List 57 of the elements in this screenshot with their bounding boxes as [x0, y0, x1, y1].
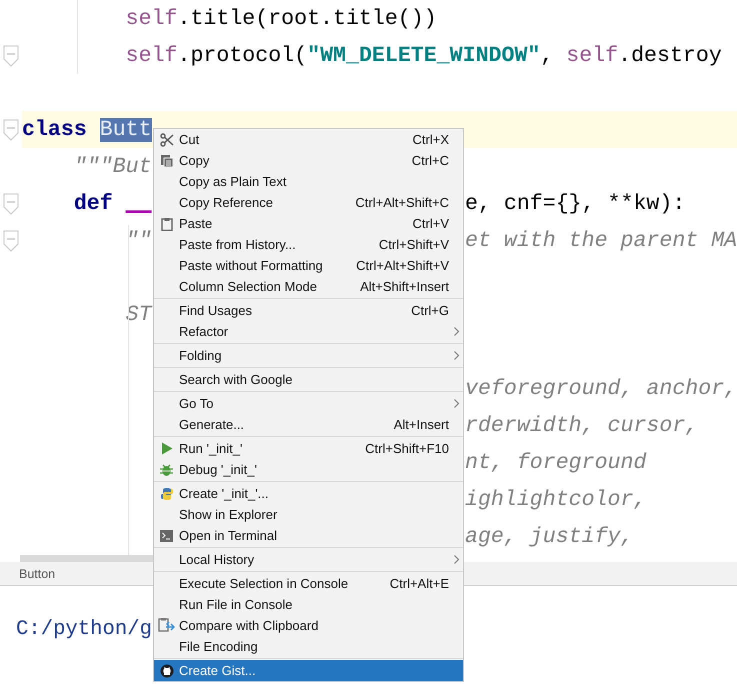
code-line: age, justify,	[465, 524, 634, 548]
menu-item[interactable]: Find Usages Ctrl+G	[154, 300, 463, 321]
bug-icon	[160, 462, 173, 476]
menu-item[interactable]: Copy as Plain Text	[154, 171, 463, 192]
fold-marker-icon[interactable]	[3, 230, 19, 252]
menu-item[interactable]: Copy Reference Ctrl+Alt+Shift+C	[154, 192, 463, 213]
copy-icon	[160, 154, 174, 168]
menu-item[interactable]: Create '_init_'...	[154, 483, 463, 504]
github-icon	[160, 664, 174, 678]
menu-item[interactable]: Open in Terminal	[154, 525, 463, 546]
menu-item[interactable]: Run '_init_' Ctrl+Shift+F10	[154, 438, 463, 459]
menu-item[interactable]: Compare with Clipboard	[154, 615, 463, 636]
menu-item[interactable]: File Encoding	[154, 636, 463, 657]
terminal-icon	[160, 530, 173, 542]
menu-item[interactable]: Local History	[154, 549, 463, 570]
python-icon	[160, 486, 174, 500]
code-line: self.title(root.title())	[124, 6, 437, 30]
menu-item[interactable]: Show in Explorer	[154, 504, 463, 525]
menu-item[interactable]: Execute Selection in Console Ctrl+Alt+E	[154, 573, 463, 594]
code-line: nt, foreground	[465, 450, 646, 474]
code-line: et with the parent MA	[465, 228, 737, 252]
code-line: ""	[124, 228, 152, 252]
code-line: rderwidth, cursor,	[465, 414, 698, 438]
menu-item[interactable]: Go To	[154, 393, 463, 414]
fold-marker-icon[interactable]	[3, 192, 19, 214]
play-icon	[160, 442, 172, 455]
chevron-right-icon	[454, 555, 458, 564]
menu-item[interactable]: Search with Google	[154, 369, 463, 390]
menu-item[interactable]: Copy Ctrl+C	[154, 150, 463, 171]
compare-icon	[158, 617, 175, 634]
scissors-icon	[160, 132, 174, 146]
menu-item[interactable]: Create Gist...	[154, 660, 463, 681]
menu-item[interactable]: Paste without Formatting Ctrl+Alt+Shift+V	[154, 255, 463, 276]
code-line: ighlightcolor,	[465, 488, 646, 512]
code-line: self.protocol("WM_DELETE_WINDOW", self.destroy	[124, 44, 722, 68]
menu-item[interactable]: Cut Ctrl+X	[154, 129, 463, 150]
breadcrumb-item[interactable]: Button	[19, 566, 56, 580]
menu-item[interactable]: Run File in Console	[154, 594, 463, 615]
code-line: class Butt	[22, 118, 152, 142]
code-line: """But	[72, 154, 152, 178]
chevron-right-icon	[454, 351, 458, 360]
menu-item[interactable]: Debug '_init_'	[154, 459, 463, 480]
clipboard-icon	[160, 216, 174, 230]
chevron-right-icon	[454, 399, 458, 408]
menu-item[interactable]: Folding	[154, 345, 463, 366]
menu-item[interactable]: Refactor	[154, 321, 463, 342]
code-line: e, cnf={}, **kw):	[465, 192, 686, 216]
menu-item[interactable]: Generate... Alt+Insert	[154, 414, 463, 435]
chevron-right-icon	[454, 327, 458, 336]
console-output: C:/python/g	[16, 618, 152, 641]
menu-item[interactable]: Paste Ctrl+V	[154, 213, 463, 234]
code-line: veforeground, anchor,	[465, 376, 737, 400]
fold-marker-icon[interactable]	[3, 44, 19, 66]
menu-item[interactable]: Column Selection Mode Alt+Shift+Insert	[154, 276, 463, 297]
code-line: def __	[72, 192, 152, 216]
menu-item[interactable]: Paste from History... Ctrl+Shift+V	[154, 234, 463, 255]
fold-marker-icon[interactable]	[3, 118, 19, 140]
